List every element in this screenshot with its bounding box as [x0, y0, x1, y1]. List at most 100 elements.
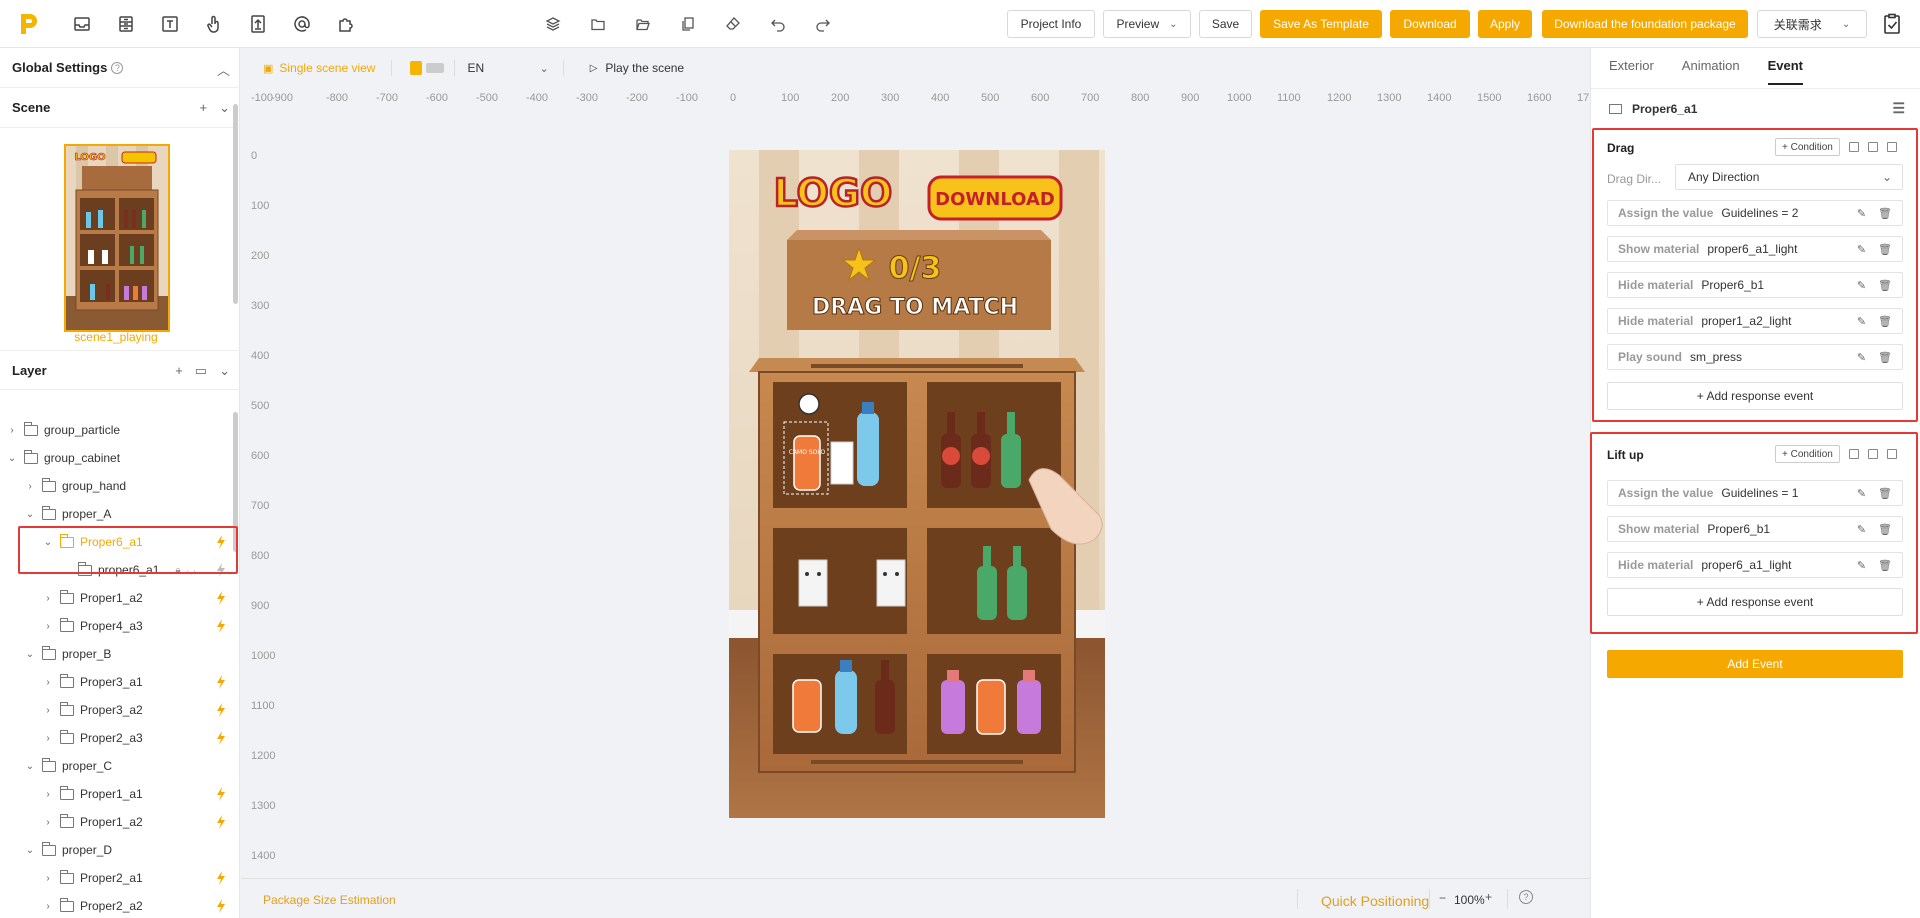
text-icon[interactable]	[148, 12, 192, 36]
bolt-icon[interactable]	[216, 591, 226, 605]
delete-icon[interactable]: 🗑︎	[1878, 243, 1892, 256]
bolt-icon[interactable]	[216, 871, 226, 885]
edit-icon[interactable]: ✎	[1857, 279, 1866, 292]
add-folder-icon[interactable]: ▭	[195, 363, 207, 379]
bolt-icon[interactable]	[216, 899, 226, 913]
at-sign-icon[interactable]	[280, 12, 324, 36]
puzzle-icon[interactable]	[324, 12, 368, 36]
folder-open-icon[interactable]	[620, 12, 665, 36]
chevron-right-icon[interactable]: ›	[6, 425, 18, 436]
inbox-icon[interactable]	[60, 12, 104, 36]
color-swatch[interactable]	[426, 63, 445, 73]
chevron-right-icon[interactable]: ›	[42, 901, 54, 912]
download-button[interactable]: Download	[1390, 10, 1470, 38]
download-foundation-button[interactable]: Download the foundation package	[1542, 10, 1748, 38]
touch-icon[interactable]	[192, 12, 236, 36]
chevron-right-icon[interactable]: ›	[42, 817, 54, 828]
response-event-row[interactable]: Assign the value Guidelines = 2 ✎ 🗑︎	[1607, 200, 1903, 226]
folder-icon[interactable]	[575, 12, 620, 36]
package-size-link[interactable]: Package Size Estimation	[263, 893, 396, 907]
edit-icon[interactable]: ✎	[1857, 523, 1866, 536]
chevron-down-icon[interactable]: ⌄	[24, 761, 36, 772]
help-icon[interactable]: ?	[1519, 890, 1533, 904]
layer-tree-item[interactable]: ⌄ proper_D	[24, 838, 112, 862]
delete-icon[interactable]: 🗑︎	[1878, 279, 1892, 292]
layer-tree-item[interactable]: › Proper4_a3	[42, 614, 143, 638]
chevron-down-icon[interactable]: ⌄	[6, 453, 18, 464]
chevron-down-icon[interactable]: ⌄	[24, 649, 36, 660]
layer-tree-item[interactable]: › group_hand	[24, 474, 126, 498]
app-logo-icon[interactable]	[18, 12, 40, 36]
clipboard-check-icon[interactable]	[1881, 13, 1903, 35]
chevron-right-icon[interactable]: ›	[42, 593, 54, 604]
layers-icon[interactable]	[530, 12, 575, 36]
layers-list-icon[interactable]	[104, 12, 148, 36]
liftup-condition-button[interactable]: + Condition	[1775, 445, 1840, 463]
chevron-down-icon[interactable]: ⌄	[539, 62, 548, 75]
layer-tree-item[interactable]: › Proper1_a2	[42, 586, 143, 610]
edit-icon[interactable]: ✎	[1857, 243, 1866, 256]
delete-icon[interactable]: 🗑︎	[1878, 523, 1892, 536]
collapse-icon[interactable]	[1849, 142, 1859, 152]
chevron-down-icon[interactable]: ⌄	[219, 363, 230, 379]
chevron-down-icon[interactable]: ⌄	[219, 100, 230, 116]
chevron-right-icon[interactable]: ›	[42, 789, 54, 800]
layer-tree-item[interactable]: ⌄ group_cabinet	[6, 446, 120, 470]
delete-icon[interactable]: 🗑︎	[1878, 351, 1892, 364]
apply-button[interactable]: Apply	[1478, 10, 1532, 38]
delete-icon[interactable]: 🗑︎	[1878, 487, 1892, 500]
undo-icon[interactable]	[755, 12, 800, 36]
scene-thumbnail[interactable]: LOGO	[64, 144, 170, 332]
response-event-row[interactable]: Show material proper6_a1_light ✎ 🗑︎	[1607, 236, 1903, 262]
chevron-down-icon[interactable]: ⌄	[24, 845, 36, 856]
layer-tree-item[interactable]: ⌄ proper_B	[24, 642, 111, 666]
add-scene-icon[interactable]: +	[200, 100, 208, 116]
copy-icon[interactable]	[1868, 142, 1878, 152]
drag-add-response-button[interactable]: + Add response event	[1607, 382, 1903, 410]
play-icon[interactable]: ▷	[590, 63, 598, 74]
layer-tree-item[interactable]: › Proper3_a2	[42, 698, 143, 722]
project-info-button[interactable]: Project Info	[1007, 10, 1095, 38]
drag-condition-button[interactable]: + Condition	[1775, 138, 1840, 156]
chevron-right-icon[interactable]: ›	[42, 677, 54, 688]
scene-scrollbar[interactable]	[233, 104, 238, 304]
related-demand-dropdown[interactable]: 关联需求 ⌄	[1757, 10, 1867, 38]
layer-tree-item[interactable]: › group_particle	[6, 418, 120, 442]
drag-direction-select[interactable]: Any Direction ⌄	[1675, 164, 1903, 190]
collapse-icon[interactable]	[1849, 449, 1859, 459]
edit-icon[interactable]: ✎	[1857, 315, 1866, 328]
chevron-down-icon[interactable]: ⌄	[24, 509, 36, 520]
edit-icon[interactable]: ✎	[1857, 487, 1866, 500]
delete-icon[interactable]	[1887, 449, 1897, 459]
upload-icon[interactable]	[236, 12, 280, 36]
chevron-right-icon[interactable]: ›	[42, 705, 54, 716]
color-swatch-active[interactable]	[410, 61, 423, 75]
tab-animation[interactable]: Animation	[1682, 58, 1740, 73]
quick-positioning-button[interactable]: Quick Positioning	[1321, 893, 1429, 909]
settings-sliders-icon[interactable]: ☰	[1892, 100, 1905, 117]
bolt-icon[interactable]	[216, 619, 226, 633]
bolt-icon[interactable]	[216, 703, 226, 717]
layer-tree-item[interactable]: › Proper2_a2	[42, 894, 143, 918]
layer-tree-item[interactable]: › Proper2_a1	[42, 866, 143, 890]
layer-tree-item[interactable]: › Proper2_a3	[42, 726, 143, 750]
chevron-right-icon[interactable]: ›	[42, 733, 54, 744]
response-event-row[interactable]: Show material Proper6_b1 ✎ 🗑︎	[1607, 516, 1903, 542]
zoom-out-icon[interactable]: −	[1439, 891, 1446, 905]
save-button[interactable]: Save	[1199, 10, 1252, 38]
layer-tree-item[interactable]: ⌄ proper_C	[24, 754, 112, 778]
liftup-add-response-button[interactable]: + Add response event	[1607, 588, 1903, 616]
bolt-icon[interactable]	[216, 815, 226, 829]
response-event-row[interactable]: Hide material proper1_a2_light ✎ 🗑︎	[1607, 308, 1903, 334]
single-scene-view-toggle[interactable]: Single scene view	[279, 61, 375, 75]
tab-exterior[interactable]: Exterior	[1609, 58, 1654, 73]
add-event-button[interactable]: Add Event	[1607, 650, 1903, 678]
redo-icon[interactable]	[800, 12, 845, 36]
layer-tree-item[interactable]: ⌄ proper_A	[24, 502, 111, 526]
zoom-in-icon[interactable]: +	[1485, 890, 1492, 904]
edit-icon[interactable]: ✎	[1857, 351, 1866, 364]
delete-icon[interactable]: 🗑︎	[1878, 207, 1892, 220]
bolt-icon[interactable]	[216, 675, 226, 689]
response-event-row[interactable]: Hide material Proper6_b1 ✎ 🗑︎	[1607, 272, 1903, 298]
chevron-up-icon[interactable]: ︿	[217, 60, 230, 79]
